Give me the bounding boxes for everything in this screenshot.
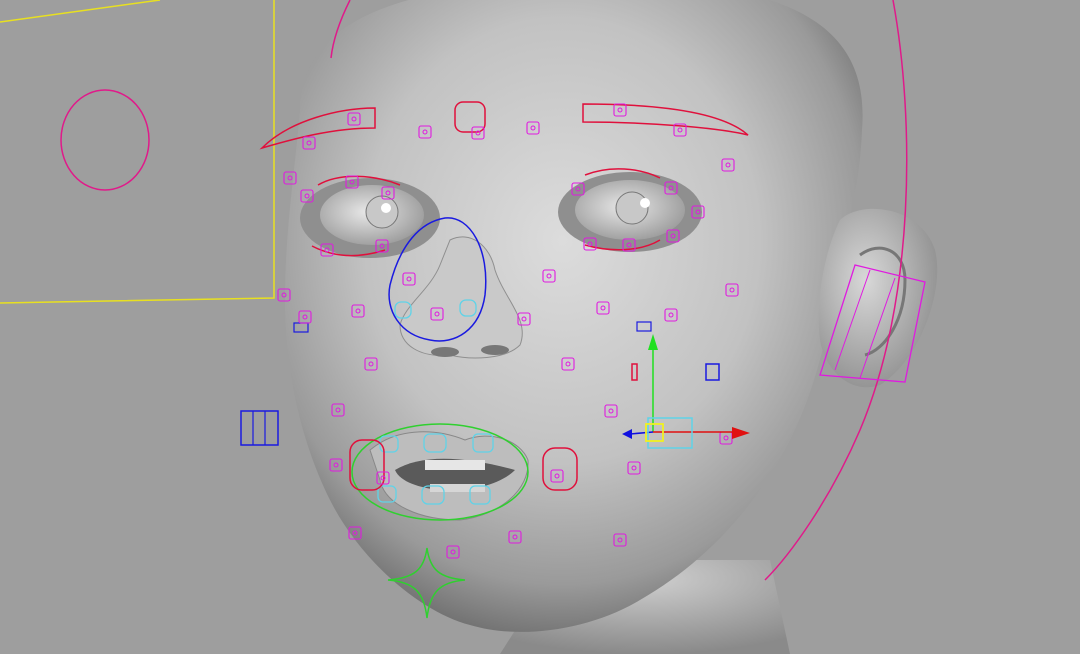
camera-frame-side[interactable] (0, 0, 275, 304)
3d-viewport[interactable] (0, 0, 1080, 654)
iris-left (365, 195, 399, 229)
teeth-lower (430, 484, 485, 492)
cheek-control-box-left[interactable] (240, 410, 279, 446)
scene-canvas[interactable] (0, 0, 1080, 654)
eye-highlight-left (381, 203, 391, 213)
eye-highlight-right (640, 198, 650, 208)
iris-right (615, 191, 649, 225)
head-mesh (285, 0, 863, 632)
nostril-right (481, 345, 509, 355)
facial-joint-pivot-9 (287, 175, 293, 181)
camera-frame-outline[interactable] (0, 0, 161, 23)
ear-mesh (818, 208, 938, 388)
teeth-upper (425, 460, 485, 470)
head-global-control[interactable] (60, 89, 150, 191)
nostril-left (431, 347, 459, 357)
